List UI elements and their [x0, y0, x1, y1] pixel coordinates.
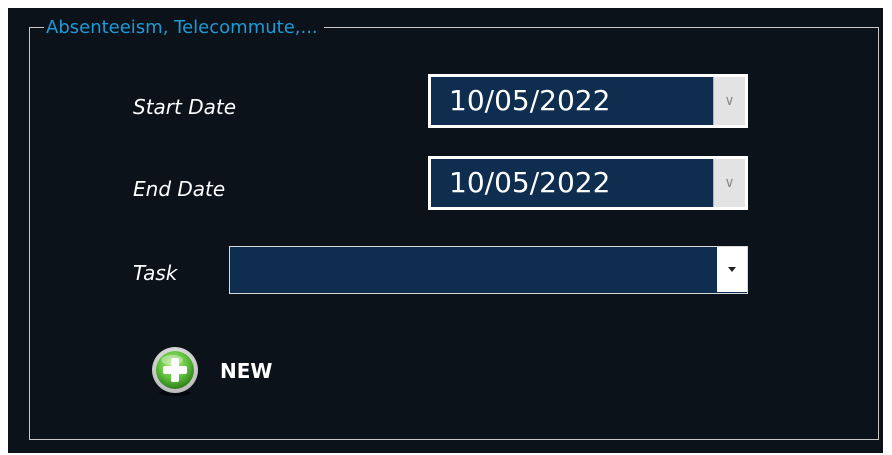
task-select[interactable] [229, 246, 748, 294]
end-date-label: End Date [133, 177, 226, 201]
caret-down-icon[interactable] [717, 247, 747, 292]
new-button-label[interactable]: NEW [220, 359, 272, 383]
groupbox-title: Absenteeism, Telecommute,... [44, 17, 324, 39]
start-date-label: Start Date [133, 95, 237, 119]
chevron-down-icon[interactable]: ∨ [713, 159, 745, 207]
end-date-value[interactable]: 10/05/2022 [449, 165, 610, 201]
start-date-picker[interactable]: 10/05/2022 ∨ [428, 74, 748, 128]
start-date-value[interactable]: 10/05/2022 [449, 83, 610, 119]
task-label: Task [133, 261, 178, 285]
plus-circle-icon[interactable] [150, 345, 200, 397]
new-button[interactable]: NEW [150, 345, 272, 397]
end-date-picker[interactable]: 10/05/2022 ∨ [428, 156, 748, 210]
chevron-down-icon[interactable]: ∨ [713, 77, 745, 125]
